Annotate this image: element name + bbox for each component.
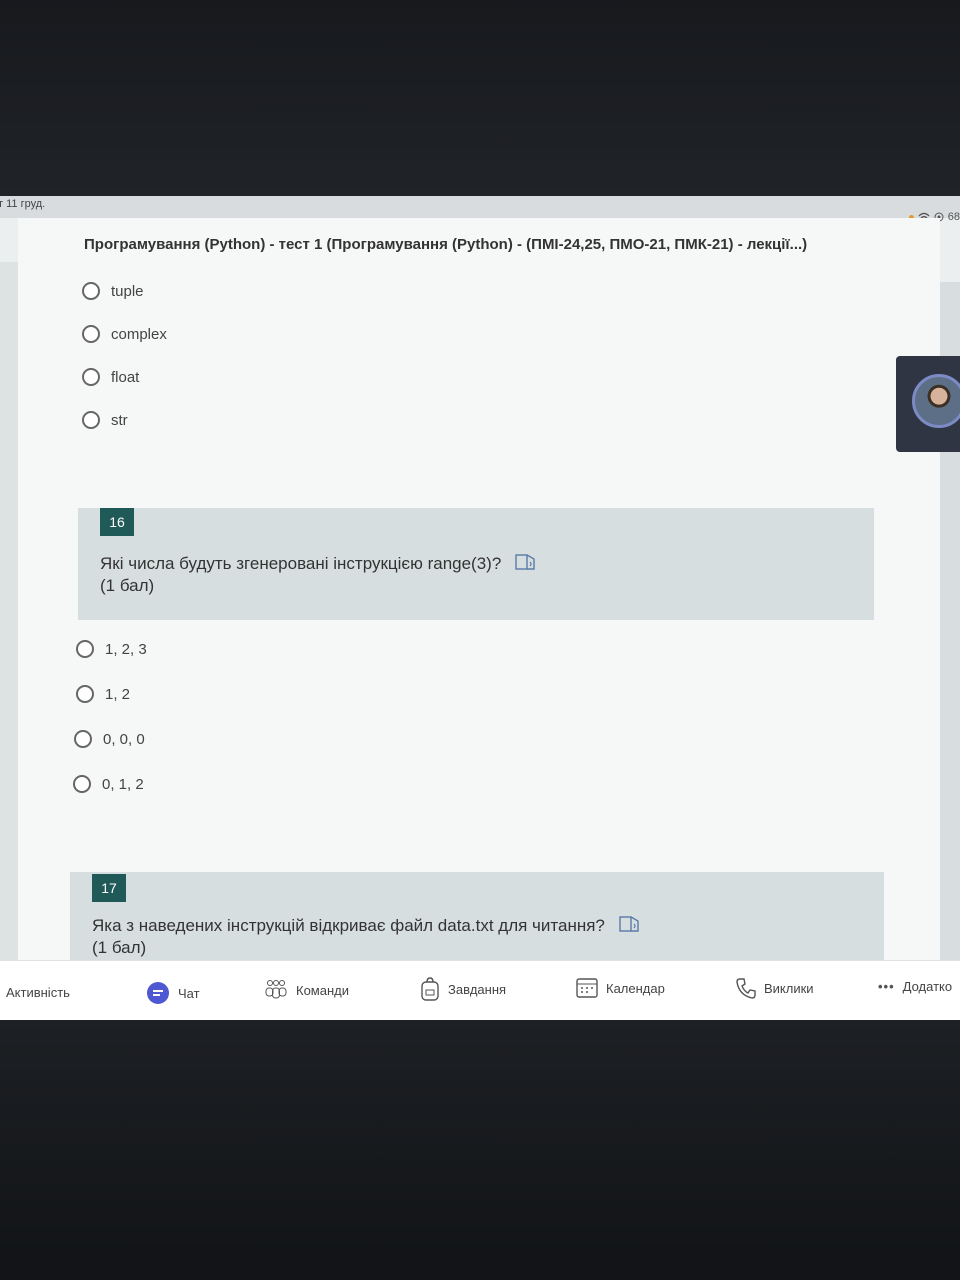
tab-calendar[interactable]: Календар [576, 977, 665, 999]
q15-option-4[interactable]: str [82, 411, 128, 429]
radio-button[interactable] [82, 411, 100, 429]
option-label: 0, 0, 0 [103, 730, 145, 748]
question-number: 17 [92, 874, 126, 902]
radio-button[interactable] [74, 730, 92, 748]
tab-label: Додатко [902, 979, 953, 994]
radio-button[interactable] [76, 685, 94, 703]
question-text: Яка з наведених інструкцій відкриває фай… [92, 914, 642, 959]
radio-button[interactable] [76, 640, 94, 658]
tab-more-apps[interactable]: ••• Додатко [878, 979, 952, 994]
question-text: Які числа будуть згенеровані інструкцією… [100, 552, 538, 597]
top-bezel [0, 0, 960, 196]
question-16-card: 16 Які числа будуть згенеровані інструкц… [78, 508, 874, 620]
question-points: (1 бал) [92, 938, 147, 957]
option-label: 0, 1, 2 [102, 775, 144, 793]
option-label: complex [111, 325, 167, 343]
option-label: tuple [111, 282, 144, 300]
option-label: 1, 2 [105, 685, 131, 703]
tab-chat[interactable]: Чат [146, 981, 200, 1005]
chat-bubble-icon [147, 982, 169, 1004]
participant-video-tile[interactable] [896, 356, 960, 452]
teams-app-bar: Активність Чат Команди Завдання Календар… [0, 960, 960, 1020]
question-points: (1 бал) [100, 576, 155, 595]
ellipsis-icon: ••• [878, 979, 895, 994]
backpack-icon [421, 977, 439, 1001]
radio-button[interactable] [82, 282, 100, 300]
left-panel-edge [0, 262, 18, 962]
tab-label: Завдання [448, 981, 507, 997]
tab-activity[interactable]: Активність [6, 985, 70, 1000]
screen: т 11 груд. 68 Програмування (Python) - т… [0, 196, 960, 1020]
option-label: 1, 2, 3 [105, 640, 147, 658]
q16-option-4[interactable]: 0, 1, 2 [73, 775, 144, 793]
q16-option-2[interactable]: 1, 2 [76, 685, 130, 703]
teams-icon [265, 980, 287, 999]
q15-option-2[interactable]: complex [82, 325, 167, 343]
tab-label: Активність [6, 985, 70, 1000]
question-text-content: Яка з наведених інструкцій відкриває фай… [92, 916, 605, 935]
tab-label: Календар [606, 980, 665, 996]
immersive-reader-icon[interactable] [618, 914, 642, 934]
avatar [912, 374, 960, 428]
phone-icon [736, 978, 756, 999]
status-bar: т 11 груд. 68 [0, 196, 960, 223]
radio-button[interactable] [73, 775, 91, 793]
bottom-bezel [0, 1020, 960, 1280]
tab-calls[interactable]: Виклики [736, 977, 814, 999]
battery-level: 68 [947, 211, 960, 223]
status-date: т 11 груд. [0, 198, 46, 210]
tab-label: Команди [296, 982, 349, 998]
question-text-content: Які числа будуть згенеровані інструкцією… [100, 554, 502, 573]
tab-assignments[interactable]: Завдання [420, 977, 506, 1001]
tab-teams[interactable]: Команди [264, 979, 349, 1001]
quiz-title: Програмування (Python) - тест 1 (Програм… [84, 236, 808, 253]
tab-label: Виклики [764, 980, 814, 996]
q16-option-1[interactable]: 1, 2, 3 [76, 640, 147, 658]
q16-option-3[interactable]: 0, 0, 0 [74, 730, 145, 748]
calendar-icon [576, 978, 598, 998]
q15-option-1[interactable]: tuple [82, 282, 144, 300]
tab-label: Чат [178, 985, 200, 1001]
question-number: 16 [100, 508, 134, 536]
radio-button[interactable] [82, 325, 100, 343]
option-label: str [111, 411, 128, 429]
q15-option-3[interactable]: float [82, 368, 139, 386]
radio-button[interactable] [82, 368, 100, 386]
question-17-card: 17 Яка з наведених інструкцій відкриває … [70, 872, 884, 960]
immersive-reader-icon[interactable] [514, 552, 538, 572]
option-label: float [111, 368, 140, 386]
